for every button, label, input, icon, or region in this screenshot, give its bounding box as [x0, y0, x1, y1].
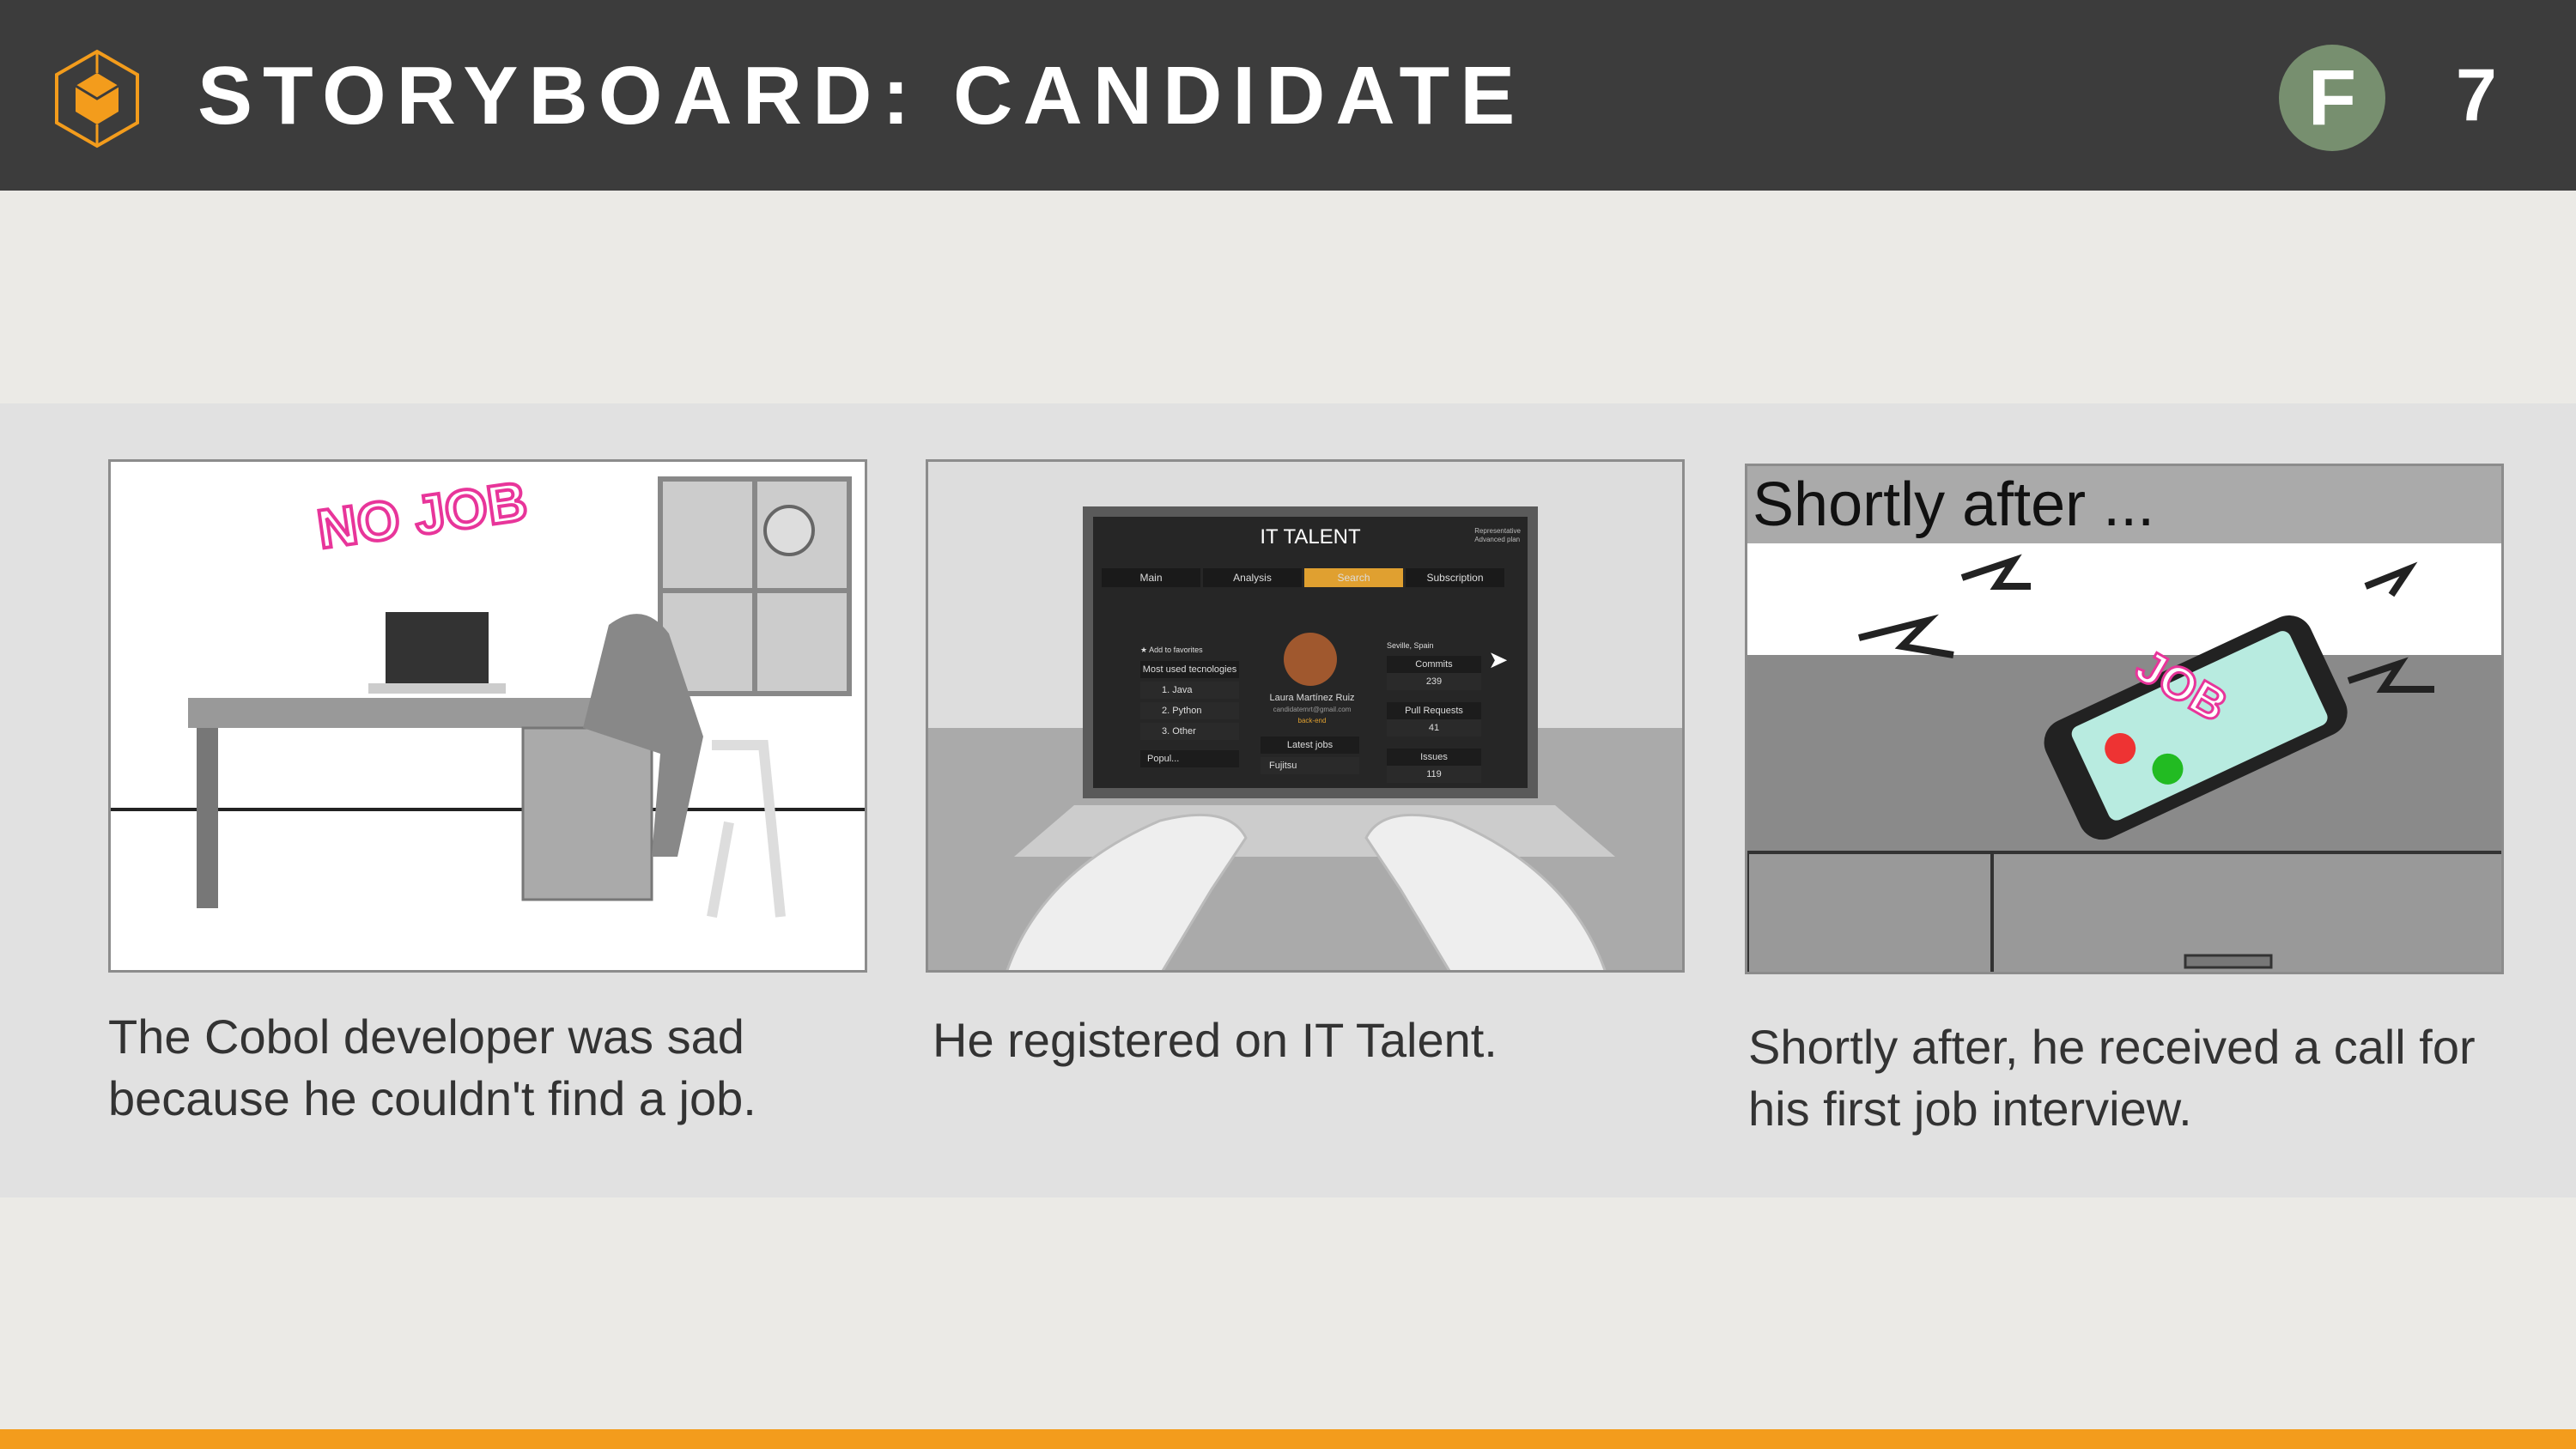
caption-3: Shortly after, he received a call for hi… — [1748, 1020, 2476, 1136]
caption-2: He registered on IT Talent. — [933, 1013, 1498, 1067]
typing-hands-illustration — [1005, 805, 1615, 970]
shortly-after-heading: Shortly after ... — [1747, 466, 2501, 543]
caption-1: The Cobol developer was sad because he c… — [108, 1009, 756, 1125]
phone-ringing-illustration — [1747, 543, 2501, 972]
avatar-badge: F — [2279, 45, 2385, 151]
panel-no-job: NO JOB — [108, 459, 867, 973]
sad-developer-illustration — [111, 476, 865, 919]
page-number: 7 — [2456, 54, 2497, 136]
hexagon-cube-icon — [55, 49, 139, 149]
panel-job-call: Shortly after ... JOB — [1745, 464, 2504, 974]
accent-bar — [0, 1429, 2576, 1449]
page-title: STORYBOARD: CANDIDATE — [197, 50, 1526, 142]
header: STORYBOARD: CANDIDATE F 7 — [0, 0, 2576, 191]
panel-it-talent: IT TALENT Representative Advanced plan Ma… — [926, 459, 1685, 973]
